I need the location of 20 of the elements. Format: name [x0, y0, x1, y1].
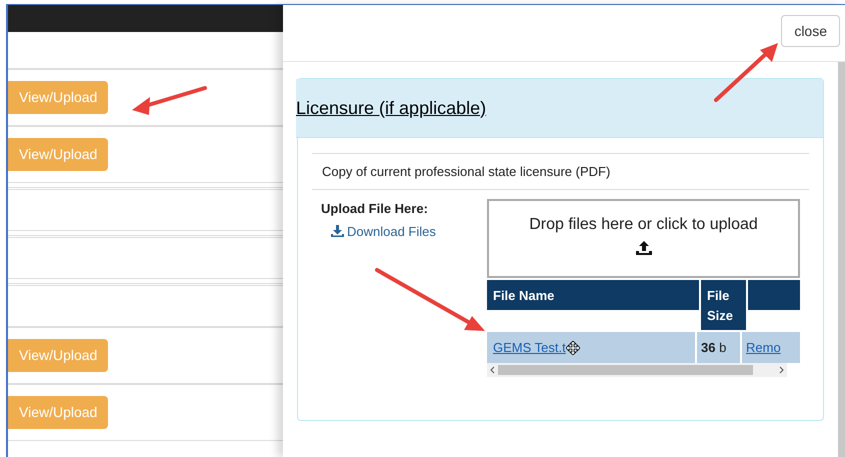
scroll-right-icon[interactable]: [779, 366, 784, 374]
description-text: Copy of current professional state licensure (PDF): [322, 162, 610, 181]
download-files-link[interactable]: Download Files: [331, 222, 436, 241]
move-cursor-icon: [566, 340, 580, 354]
upload-label: Upload File Here:: [321, 200, 429, 218]
file-row[interactable]: GEMS Test.t 36 b Remo: [487, 332, 800, 363]
column-header: [748, 280, 800, 310]
scroll-left-icon[interactable]: [490, 366, 495, 374]
panel-heading: Licensure (if applicable): [296, 96, 486, 120]
remove-link[interactable]: Remo: [746, 338, 781, 358]
annotation-arrow: [714, 43, 778, 102]
download-icon: [331, 225, 344, 238]
column-header: File Size: [701, 280, 746, 330]
close-button[interactable]: close: [781, 15, 840, 47]
column-header: File Name: [487, 280, 699, 310]
vertical-scrollbar[interactable]: [838, 62, 845, 457]
horizontal-scrollbar[interactable]: [487, 363, 787, 377]
file-name-link[interactable]: GEMS Test.t: [493, 338, 566, 358]
upload-icon: [636, 241, 652, 255]
dropzone[interactable]: Drop files here or click to upload: [487, 199, 800, 278]
